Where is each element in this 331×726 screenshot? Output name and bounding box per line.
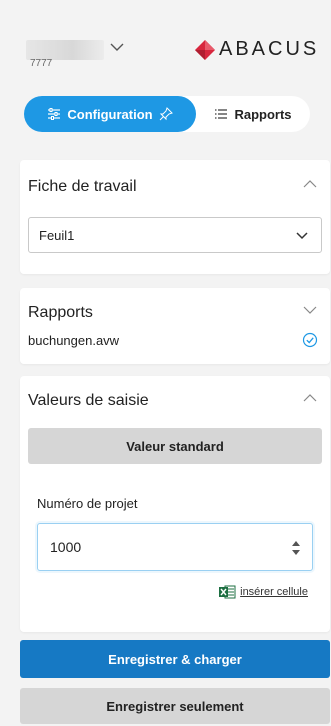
project-number-label: Numéro de projet [37, 496, 138, 511]
chevron-up-icon[interactable] [302, 392, 318, 404]
save-and-load-button[interactable]: Enregistrer & charger [20, 640, 330, 678]
abacus-logo-mark-icon [195, 39, 215, 60]
tab-configuration[interactable]: Configuration [24, 96, 196, 132]
worksheet-select[interactable]: Feuil1 [28, 217, 322, 253]
insert-cell-label: insérer cellule [240, 586, 308, 598]
worksheet-card-title: Fiche de travail [28, 178, 137, 195]
tenant-code: 7777 [30, 58, 53, 69]
number-stepper-icon[interactable] [290, 538, 302, 558]
header: 7777 ABACUS [0, 0, 331, 84]
excel-icon [219, 585, 236, 599]
sliders-icon [48, 108, 61, 120]
pin-icon[interactable] [159, 107, 173, 121]
list-icon [215, 109, 228, 119]
chevron-down-icon[interactable] [108, 40, 126, 54]
chevron-down-icon[interactable] [302, 304, 318, 316]
worksheet-card: Fiche de travail Feuil1 [20, 160, 330, 274]
reports-card-title: Rapports [28, 304, 93, 321]
report-file-name: buchungen.avw [28, 333, 120, 348]
check-circle-icon [302, 332, 318, 348]
project-number-input[interactable]: 1000 [37, 523, 313, 571]
tenant-name-redacted[interactable] [26, 40, 104, 60]
tab-reports[interactable]: Rapports [196, 96, 310, 132]
logo-text: ABACUS [219, 38, 320, 60]
tab-reports-label: Rapports [234, 106, 292, 122]
worksheet-select-value: Feuil1 [39, 227, 75, 243]
reports-card: Rapports buchungen.avw [20, 288, 330, 364]
insert-cell-link[interactable]: insérer cellule [219, 585, 308, 599]
project-number-value: 1000 [50, 539, 82, 555]
view-tabs: Configuration Rapports [24, 96, 310, 132]
input-values-card-title: Valeurs de saisie [28, 392, 149, 409]
tab-configuration-label: Configuration [67, 106, 153, 122]
standard-value-button[interactable]: Valeur standard [28, 428, 322, 464]
chevron-down-icon [296, 232, 308, 240]
save-only-button[interactable]: Enregistrer seulement [20, 688, 330, 724]
abacus-logo: ABACUS [194, 38, 319, 61]
chevron-up-icon[interactable] [302, 178, 318, 190]
input-values-card: Valeurs de saisie Valeur standard Numéro… [20, 376, 330, 632]
